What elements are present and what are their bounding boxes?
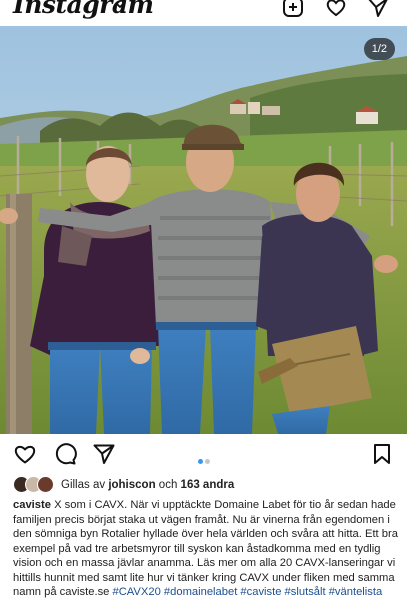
carousel-indicator <box>197 451 211 469</box>
carousel-dot <box>205 459 210 464</box>
heart-icon[interactable] <box>13 442 37 466</box>
post-actions <box>0 438 407 468</box>
vineyard-photo <box>0 26 407 434</box>
caption-text: X som i CAVX. När vi upptäckte Domaine L… <box>13 499 398 598</box>
likes-count[interactable]: 163 andra <box>181 479 235 491</box>
create-post-icon[interactable] <box>282 0 304 18</box>
caption-username[interactable]: caviste <box>13 499 51 511</box>
send-icon[interactable] <box>92 442 116 466</box>
avatar <box>37 476 54 493</box>
chevron-down-icon[interactable] <box>114 0 126 11</box>
notifications-heart-icon[interactable] <box>325 0 347 18</box>
instagram-logo[interactable]: Instagram <box>13 0 154 19</box>
app-header: Instagram <box>0 0 407 26</box>
post-photo[interactable]: 1/2 <box>0 26 407 434</box>
liker-username[interactable]: johiscon <box>108 479 155 491</box>
post-caption: caviste X som i CAVX. När vi upptäckte D… <box>13 498 403 600</box>
liked-prefix: Gillas av <box>61 479 106 491</box>
liker-avatars[interactable] <box>13 476 61 494</box>
carousel-dot-active <box>198 459 203 464</box>
slide-counter: 1/2 <box>363 38 395 60</box>
comment-icon[interactable] <box>53 442 77 466</box>
liked-by: Gillas av johiscon och 163 andra <box>13 475 403 495</box>
direct-messages-icon[interactable] <box>367 0 389 18</box>
bookmark-icon[interactable] <box>370 442 394 466</box>
liked-middle: och <box>158 479 178 491</box>
caption-hashtags[interactable]: #CAVX20 #domainelabet #caviste #slutsålt… <box>113 586 383 598</box>
